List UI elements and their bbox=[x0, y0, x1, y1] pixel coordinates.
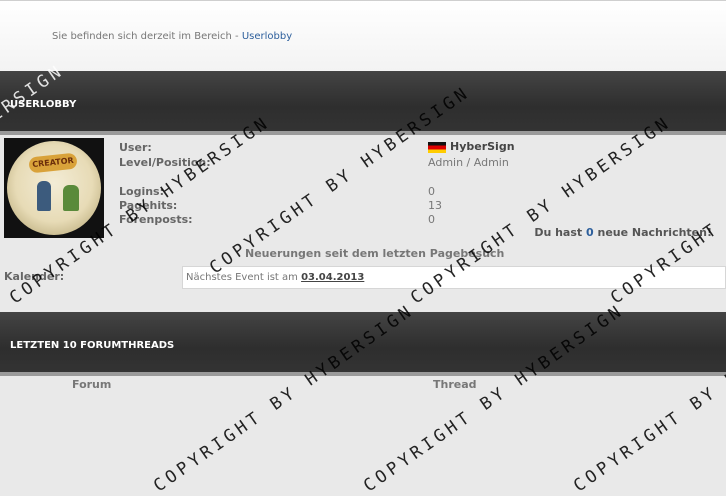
german-flag-icon bbox=[428, 142, 446, 153]
avatar: CREATOR bbox=[4, 138, 104, 238]
breadcrumb-link-userlobby[interactable]: Userlobby bbox=[242, 31, 292, 42]
column-header-forum: Forum bbox=[72, 378, 112, 391]
avatar-figure-right bbox=[63, 185, 79, 211]
top-header: Sie befinden sich derzeit im Bereich - U… bbox=[0, 0, 726, 71]
userlobby-header: USERLOBBY bbox=[0, 71, 726, 135]
column-header-thread: Thread bbox=[433, 378, 477, 391]
new-messages-notice[interactable]: Du hast 0 neue Nachrichten! bbox=[534, 226, 712, 239]
avatar-image: CREATOR bbox=[7, 141, 101, 235]
forumthreads-header: LETZTEN 10 FORUMTHREADS bbox=[0, 312, 726, 376]
avatar-badge: CREATOR bbox=[28, 152, 78, 174]
messages-suffix: neue Nachrichten! bbox=[593, 226, 712, 239]
changes-heading: Neuerungen seit dem letzten Pagebesuch bbox=[245, 247, 505, 260]
messages-prefix: Du hast bbox=[534, 226, 586, 239]
logins-label: Logins: bbox=[119, 185, 164, 198]
forenposts-label: Forenposts: bbox=[119, 213, 193, 226]
user-label: User: bbox=[119, 141, 152, 154]
pagehits-label: Pagehits: bbox=[119, 199, 178, 212]
calendar-date-link[interactable]: 03.04.2013 bbox=[301, 272, 364, 283]
logins-value: 0 bbox=[428, 185, 435, 198]
breadcrumb-prefix: Sie befinden sich derzeit im Bereich - bbox=[52, 31, 242, 42]
section-title-userlobby: USERLOBBY bbox=[10, 99, 77, 110]
calendar-label: Kalender: bbox=[4, 270, 65, 283]
messages-count: 0 bbox=[586, 226, 594, 239]
username[interactable]: HyberSign bbox=[450, 140, 515, 153]
level-label: Level/Position: bbox=[119, 156, 211, 169]
forenposts-value: 0 bbox=[428, 213, 435, 226]
pagehits-value: 13 bbox=[428, 199, 442, 212]
avatar-figure-left bbox=[37, 181, 51, 211]
level-value: Admin / Admin bbox=[428, 156, 509, 169]
breadcrumb: Sie befinden sich derzeit im Bereich - U… bbox=[52, 31, 292, 42]
section-title-forumthreads: LETZTEN 10 FORUMTHREADS bbox=[10, 340, 175, 351]
calendar-text: Nächstes Event ist am 03.04.2013 bbox=[186, 272, 364, 283]
calendar-prefix: Nächstes Event ist am bbox=[186, 272, 302, 283]
calendar-box: Nächstes Event ist am 03.04.2013 bbox=[182, 266, 726, 289]
